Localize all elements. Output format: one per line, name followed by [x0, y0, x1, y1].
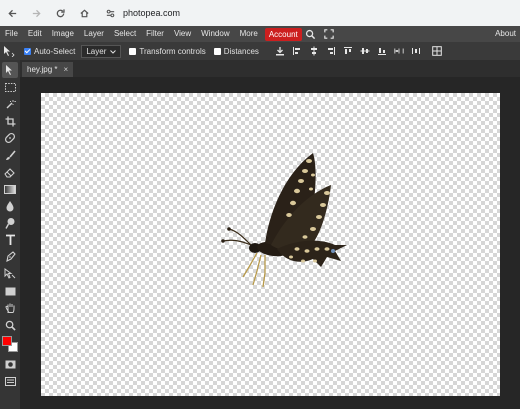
menu-view[interactable]: View — [169, 26, 196, 42]
text-tool-icon[interactable] — [2, 232, 18, 248]
forward-icon[interactable] — [30, 7, 42, 19]
menu-file[interactable]: File — [0, 26, 23, 42]
layer-select[interactable]: Layer — [81, 44, 122, 58]
move-tool-icon[interactable] — [2, 62, 18, 78]
align-right-icon[interactable] — [326, 46, 336, 56]
back-icon[interactable] — [6, 7, 18, 19]
path-select-icon[interactable] — [2, 266, 18, 282]
marquee-select-icon[interactable] — [2, 79, 18, 95]
account-button[interactable]: Account — [264, 27, 302, 41]
tools-panel — [0, 60, 20, 409]
auto-select-checkbox-box[interactable] — [24, 47, 31, 55]
app-window: photopea.com File Edit Image Layer Selec… — [0, 0, 520, 409]
menu-edit[interactable]: Edit — [23, 26, 47, 42]
menu-filter[interactable]: Filter — [141, 26, 169, 42]
align-center-horizontal-icon[interactable] — [309, 46, 319, 56]
brush-icon[interactable] — [2, 147, 18, 163]
document-tab[interactable]: hey.jpg * × — [22, 62, 74, 77]
search-icon[interactable] — [302, 26, 320, 42]
gradient-icon[interactable] — [2, 181, 18, 197]
site-settings-icon[interactable] — [104, 7, 116, 19]
menu-image[interactable]: Image — [47, 26, 79, 42]
fullscreen-icon[interactable] — [320, 26, 338, 42]
browser-toolbar: photopea.com — [0, 0, 520, 26]
url-text: photopea.com — [123, 8, 181, 18]
distribute-spacing-icon[interactable] — [411, 46, 421, 56]
document-tabs: hey.jpg * × — [20, 60, 520, 77]
transform-controls-checkbox[interactable]: Transform controls — [129, 46, 206, 56]
chevron-down-icon — [110, 47, 117, 56]
transform-controls-checkbox-box[interactable] — [129, 47, 137, 55]
spot-healing-icon[interactable] — [2, 130, 18, 146]
grid-icon[interactable] — [432, 46, 442, 56]
menu-bar: File Edit Image Layer Select Filter View… — [0, 26, 520, 42]
transform-controls-label: Transform controls — [139, 46, 206, 56]
reload-icon[interactable] — [54, 7, 66, 19]
layer-select-value: Layer — [86, 46, 107, 56]
document-tab-title: hey.jpg * — [27, 65, 58, 74]
magic-wand-icon[interactable] — [2, 96, 18, 112]
move-tool-preset-icon[interactable] — [0, 42, 18, 60]
auto-select-label: Auto-Select — [34, 46, 76, 56]
options-bar: Auto-Select Layer Transform controls Dis… — [0, 42, 520, 60]
hand-tool-icon[interactable] — [2, 300, 18, 316]
dodge-icon[interactable] — [2, 215, 18, 231]
foreground-color-swatch[interactable] — [2, 336, 12, 346]
eraser-icon[interactable] — [2, 164, 18, 180]
align-top-icon[interactable] — [343, 46, 353, 56]
align-bottom-icon[interactable] — [377, 46, 387, 56]
blur-icon[interactable] — [2, 198, 18, 214]
auto-select-checkbox[interactable]: Auto-Select — [24, 47, 75, 56]
quick-mask-icon[interactable] — [2, 356, 18, 372]
document-area: hey.jpg * × — [20, 60, 520, 409]
screen-mode-icon[interactable] — [2, 373, 18, 389]
distances-checkbox-box[interactable] — [213, 47, 221, 55]
menu-more[interactable]: More — [235, 26, 263, 42]
butterfly-image — [221, 153, 347, 288]
menu-window[interactable]: Window — [196, 26, 234, 42]
zoom-tool-icon[interactable] — [2, 317, 18, 333]
distribute-icon[interactable] — [394, 46, 404, 56]
menu-select[interactable]: Select — [109, 26, 141, 42]
crop-icon[interactable] — [2, 113, 18, 129]
download-icon[interactable] — [275, 46, 285, 56]
menu-layer[interactable]: Layer — [79, 26, 109, 42]
distances-label: Distances — [223, 46, 259, 56]
close-icon[interactable]: × — [64, 65, 69, 74]
address-bar[interactable]: photopea.com — [104, 7, 180, 19]
distances-checkbox[interactable]: Distances — [213, 46, 259, 56]
align-left-icon[interactable] — [292, 46, 302, 56]
image-canvas[interactable] — [41, 93, 500, 396]
align-middle-vertical-icon[interactable] — [360, 46, 370, 56]
home-icon[interactable] — [78, 7, 90, 19]
menu-about[interactable]: About — [490, 26, 520, 42]
align-buttons — [275, 46, 442, 56]
rectangle-shape-icon[interactable] — [2, 283, 18, 299]
pen-tool-icon[interactable] — [2, 249, 18, 265]
